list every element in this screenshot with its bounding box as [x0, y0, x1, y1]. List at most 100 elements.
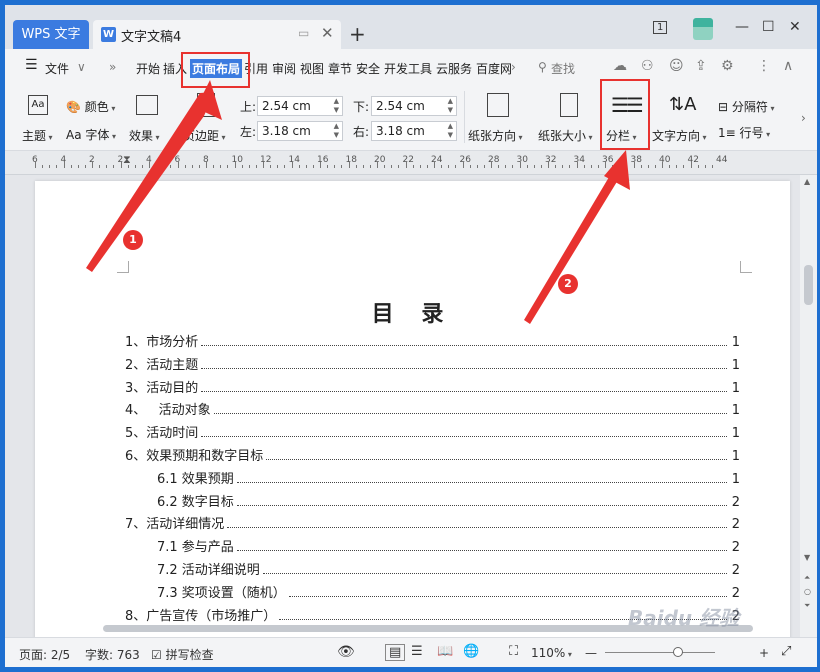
wps-home-tab[interactable]: WPS 文字 — [13, 20, 89, 49]
eye-protection-icon[interactable]: 👁 — [337, 644, 355, 660]
font-button[interactable]: Aa 字体 ▾ — [66, 126, 116, 143]
document-tab[interactable]: W 文字文稿4 ▭ ✕ — [93, 20, 341, 49]
spinner-arrows-icon[interactable]: ▲ ▼ — [448, 122, 453, 140]
scroll-up-icon[interactable]: ▲ — [804, 177, 810, 186]
menu-item-security[interactable]: 安全 — [356, 60, 380, 77]
page-indicator[interactable]: 页面: 2/5 — [19, 646, 70, 663]
spinner-arrows-icon[interactable]: ▲ ▼ — [334, 122, 339, 140]
file-menu[interactable]: 文件 — [45, 60, 69, 77]
text-direction-icon[interactable]: ⇅A — [669, 94, 696, 115]
next-page-icon[interactable]: ⏷ — [804, 601, 810, 611]
toc-entry[interactable]: 6、效果预期和数字目标 1 — [125, 445, 740, 465]
spinner-arrows-icon[interactable]: ▲ ▼ — [448, 97, 453, 115]
menu-item-review[interactable]: 审阅 — [272, 60, 296, 77]
theme-icon[interactable]: Aa — [28, 95, 48, 115]
scroll-down-icon[interactable]: ▼ — [804, 553, 810, 562]
paper-size-icon[interactable] — [560, 93, 578, 117]
zoom-level[interactable]: 110% ▾ — [531, 646, 572, 660]
comment-icon[interactable]: ☺ — [669, 58, 684, 74]
web-view-icon[interactable]: 🌐 — [463, 644, 479, 659]
hamburger-menu-icon[interactable]: ☰ — [25, 57, 38, 73]
menu-item-cloud[interactable]: 云服务 — [436, 60, 472, 77]
search-icon[interactable]: ⚲ — [538, 60, 547, 74]
previous-page-icon[interactable]: ⏶ — [804, 573, 810, 583]
effects-button[interactable]: 效果 ▾ — [129, 127, 160, 144]
toc-entry[interactable]: 7.3 奖项设置（随机） 2 — [157, 582, 740, 602]
ribbon-scroll-right-icon[interactable]: › — [801, 111, 806, 125]
reading-view-icon[interactable]: 📖 — [437, 644, 453, 659]
word-count[interactable]: 字数: 763 — [85, 646, 140, 663]
cloud-sync-icon[interactable]: ☁ — [613, 58, 627, 74]
window-count-badge[interactable]: 1 — [653, 21, 668, 34]
toc-entry[interactable]: 2、活动主题 1 — [125, 354, 740, 374]
bottom-margin-input[interactable]: 2.54 cm ▲ ▼ — [371, 96, 457, 116]
more-options-icon[interactable]: ⋮ — [757, 58, 771, 74]
orientation-icon[interactable] — [487, 93, 509, 117]
breaks-button[interactable]: ⊟ 分隔符 ▾ — [718, 98, 774, 115]
user-avatar-icon[interactable] — [693, 18, 713, 40]
margins-button[interactable]: 页边距 ▾ — [183, 127, 226, 144]
scroll-menu-right-icon[interactable]: › — [511, 60, 516, 74]
menu-item-baidu[interactable]: 百度网 — [476, 60, 512, 77]
ruler-number: 42 — [687, 155, 699, 165]
vertical-scroll-thumb[interactable] — [804, 265, 813, 305]
menu-item-developer[interactable]: 开发工具 — [384, 60, 432, 77]
zoom-in-icon[interactable]: + — [759, 646, 769, 660]
zoom-out-icon[interactable]: — — [585, 646, 597, 660]
toc-entry[interactable]: 3、活动目的 1 — [125, 377, 740, 397]
line-numbers-button[interactable]: 1≡ 行号 ▾ — [718, 124, 770, 141]
toc-entry[interactable]: 4、 活动对象 1 — [125, 399, 740, 419]
maximize-icon[interactable]: ☐ — [762, 19, 775, 35]
menu-item-chapter[interactable]: 章节 — [328, 60, 352, 77]
more-menus-icon[interactable]: » — [109, 60, 116, 74]
right-margin-input[interactable]: 3.18 cm ▲ ▼ — [371, 121, 457, 141]
toc-entry[interactable]: 5、活动时间 1 — [125, 422, 740, 442]
margins-icon[interactable] — [197, 93, 215, 117]
chevron-down-icon[interactable]: ∨ — [77, 60, 86, 74]
menu-item-view[interactable]: 视图 — [300, 60, 324, 77]
indent-marker-icon[interactable]: ⧗ — [123, 153, 131, 167]
toc-entry[interactable]: 7.2 活动详细说明 2 — [157, 559, 740, 579]
page-view-icon[interactable]: ▤ — [385, 644, 406, 661]
zoom-slider-handle[interactable] — [673, 647, 683, 657]
settings-gear-icon[interactable]: ⚙ — [721, 58, 734, 74]
close-tab-icon[interactable]: ✕ — [321, 24, 334, 42]
theme-button[interactable]: 主题 ▾ — [22, 127, 53, 144]
toc-entry[interactable]: 6.1 效果预期 1 — [157, 468, 740, 488]
minimize-icon[interactable]: — — [735, 19, 749, 35]
orientation-button[interactable]: 纸张方向 ▾ — [468, 127, 523, 144]
vertical-scrollbar[interactable]: ▲ ▼ ⏶ ○ ⏷ — [800, 175, 817, 637]
search-box[interactable]: 查找 — [551, 60, 575, 77]
collapse-ribbon-icon[interactable]: ∧ — [783, 58, 793, 74]
toc-entry[interactable]: 7、活动详细情况 2 — [125, 513, 740, 533]
paper-size-button[interactable]: 纸张大小 ▾ — [538, 127, 593, 144]
top-margin-input[interactable]: 2.54 cm ▲ ▼ — [257, 96, 343, 116]
menu-item-home[interactable]: 开始 — [136, 60, 160, 77]
left-margin-input[interactable]: 3.18 cm ▲ ▼ — [257, 121, 343, 141]
new-tab-button[interactable]: + — [349, 22, 366, 46]
toc-entry[interactable]: 6.2 数字目标 2 — [157, 491, 740, 511]
fit-page-icon[interactable]: ⛶ — [509, 644, 518, 659]
ribbon-separator — [464, 91, 465, 143]
horizontal-ruler[interactable]: 6 4 2 2 4 6 8 10 12 14 16 18 20 22 24 26 28 30 32 34 36 38 40 4… — [5, 151, 817, 175]
top-margin-label: 上: — [240, 100, 257, 114]
document-page[interactable]: 目 录 1、市场分析 1 2、活动主题 1 3、活动目的 1 4、 活动对象 1 5、活动时间 1… — [35, 181, 790, 637]
zoom-slider[interactable] — [605, 652, 715, 653]
spell-check-toggle[interactable]: ☑ 拼写检查 — [151, 646, 214, 663]
share-icon[interactable]: ⇪ — [695, 58, 707, 74]
outline-view-icon[interactable]: ☰ — [411, 644, 423, 659]
close-window-icon[interactable]: ✕ — [789, 19, 801, 35]
add-user-icon[interactable]: ⚇ — [641, 58, 654, 74]
colors-button[interactable]: 🎨 颜色 ▾ — [66, 98, 115, 115]
browse-object-icon[interactable]: ○ — [804, 587, 811, 596]
toc-entry[interactable]: 7.1 参与产品 2 — [157, 536, 740, 556]
monitor-icon[interactable]: ▭ — [298, 26, 309, 40]
ruler-tick — [455, 165, 456, 168]
effects-icon[interactable] — [136, 95, 158, 115]
toc-entry[interactable]: 1、市场分析 1 — [125, 331, 740, 351]
ruler-tick — [555, 165, 556, 168]
spinner-arrows-icon[interactable]: ▲ ▼ — [334, 97, 339, 115]
fullscreen-icon[interactable]: ⤢ — [781, 644, 791, 659]
text-direction-button[interactable]: 文字方向 ▾ — [652, 127, 707, 144]
ruler-tick — [711, 165, 713, 168]
